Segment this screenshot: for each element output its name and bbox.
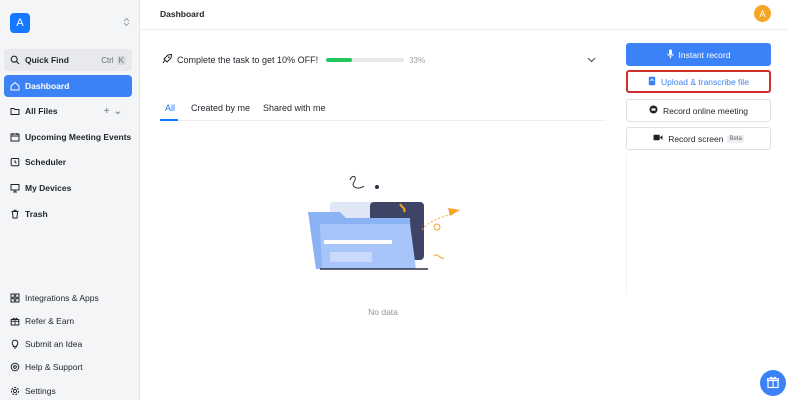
sidebar-item-label: All Files bbox=[25, 106, 58, 116]
chevron-up-down-icon[interactable] bbox=[123, 17, 130, 29]
empty-state-illustration bbox=[300, 172, 470, 277]
gift-icon bbox=[10, 316, 20, 326]
sidebar-item-help-support[interactable]: Help & Support bbox=[4, 356, 132, 378]
shortcut-k: K bbox=[116, 55, 126, 65]
chevron-down-icon[interactable]: ⌄ bbox=[114, 106, 126, 117]
sidebar-item-trash[interactable]: Trash bbox=[4, 203, 132, 225]
instant-record-button[interactable]: Instant record bbox=[626, 43, 771, 66]
gift-icon bbox=[766, 375, 780, 391]
sidebar-item-label: Scheduler bbox=[25, 157, 67, 167]
device-icon bbox=[10, 183, 20, 193]
gear-icon bbox=[10, 386, 20, 396]
sidebar-item-all-files[interactable]: All Files + ⌄ bbox=[4, 100, 132, 122]
record-online-meeting-label: Record online meeting bbox=[662, 105, 749, 116]
sidebar-item-submit-idea[interactable]: Submit an Idea bbox=[4, 333, 132, 355]
empty-state-text: No data bbox=[368, 307, 398, 317]
gift-button[interactable] bbox=[760, 370, 786, 396]
quick-find-label: Quick Find bbox=[25, 55, 69, 65]
sidebar-item-label: Help & Support bbox=[25, 362, 83, 372]
sidebar-item-integrations[interactable]: Integrations & Apps bbox=[4, 287, 132, 309]
apps-icon bbox=[10, 293, 20, 303]
instant-record-label: Instant record bbox=[678, 49, 731, 60]
trash-icon bbox=[10, 209, 20, 219]
user-avatar[interactable]: A bbox=[754, 5, 771, 22]
tab-shared-with-me[interactable]: Shared with me bbox=[263, 103, 326, 113]
tab-created-by-me[interactable]: Created by me bbox=[191, 103, 250, 113]
clock-icon bbox=[10, 157, 20, 167]
home-icon bbox=[10, 81, 20, 91]
upload-transcribe-button[interactable]: Upload & transcribe file bbox=[626, 70, 771, 93]
record-screen-label: Record screen bbox=[668, 133, 724, 144]
sidebar-item-label: Trash bbox=[25, 209, 48, 219]
sidebar-item-scheduler[interactable]: Scheduler bbox=[4, 151, 132, 173]
sidebar: A Quick Find Ctrl K Dashboard All Files … bbox=[0, 0, 140, 400]
sidebar-item-label: Settings bbox=[25, 386, 56, 396]
upload-file-icon bbox=[648, 76, 656, 88]
file-tabs: All Created by me Shared with me bbox=[160, 97, 606, 121]
active-tab-indicator bbox=[160, 119, 178, 121]
add-folder-icon[interactable]: + bbox=[104, 106, 114, 117]
record-online-meeting-button[interactable]: Record online meeting bbox=[626, 99, 771, 122]
sidebar-item-label: Integrations & Apps bbox=[25, 293, 99, 303]
sidebar-item-label: My Devices bbox=[25, 183, 72, 193]
sidebar-item-label: Submit an Idea bbox=[25, 339, 83, 349]
search-icon bbox=[10, 55, 20, 65]
chevron-down-icon[interactable] bbox=[587, 55, 596, 65]
sidebar-item-refer-earn[interactable]: Refer & Earn bbox=[4, 310, 132, 332]
promo-banner[interactable]: Complete the task to get 10% OFF! 33% bbox=[161, 50, 606, 70]
sidebar-item-settings[interactable]: Settings bbox=[4, 380, 132, 400]
help-icon bbox=[10, 362, 20, 372]
quick-find[interactable]: Quick Find Ctrl K bbox=[4, 49, 132, 71]
promo-text: Complete the task to get 10% OFF! bbox=[177, 55, 319, 65]
page-title: Dashboard bbox=[160, 9, 205, 19]
sidebar-item-my-devices[interactable]: My Devices bbox=[4, 177, 132, 199]
promo-progress-label: 33% bbox=[409, 55, 426, 65]
top-header: Dashboard A bbox=[140, 0, 788, 30]
record-screen-button[interactable]: Record screen Beta bbox=[626, 127, 771, 150]
beta-badge: Beta bbox=[727, 134, 744, 143]
meeting-icon bbox=[649, 105, 658, 116]
upload-transcribe-label: Upload & transcribe file bbox=[661, 76, 749, 87]
folder-icon bbox=[10, 106, 20, 116]
panel-divider bbox=[626, 155, 627, 293]
lightbulb-icon bbox=[10, 339, 20, 349]
shortcut-ctrl: Ctrl bbox=[101, 55, 114, 65]
sidebar-item-label: Upcoming Meeting Events bbox=[25, 132, 132, 142]
workspace-switcher[interactable]: A bbox=[10, 12, 130, 34]
video-camera-icon bbox=[653, 134, 663, 143]
sidebar-item-upcoming-meeting-events[interactable]: Upcoming Meeting Events bbox=[4, 126, 132, 148]
calendar-icon bbox=[10, 132, 20, 142]
sidebar-item-label: Dashboard bbox=[25, 81, 70, 91]
tab-all[interactable]: All bbox=[165, 103, 175, 113]
sidebar-item-dashboard[interactable]: Dashboard bbox=[4, 75, 132, 97]
rocket-icon bbox=[161, 53, 173, 68]
sidebar-item-label: Refer & Earn bbox=[25, 316, 75, 326]
promo-progress-bar bbox=[326, 58, 405, 62]
promo-progress-fill bbox=[326, 58, 352, 62]
microphone-icon bbox=[666, 49, 674, 61]
workspace-avatar[interactable]: A bbox=[10, 13, 30, 33]
